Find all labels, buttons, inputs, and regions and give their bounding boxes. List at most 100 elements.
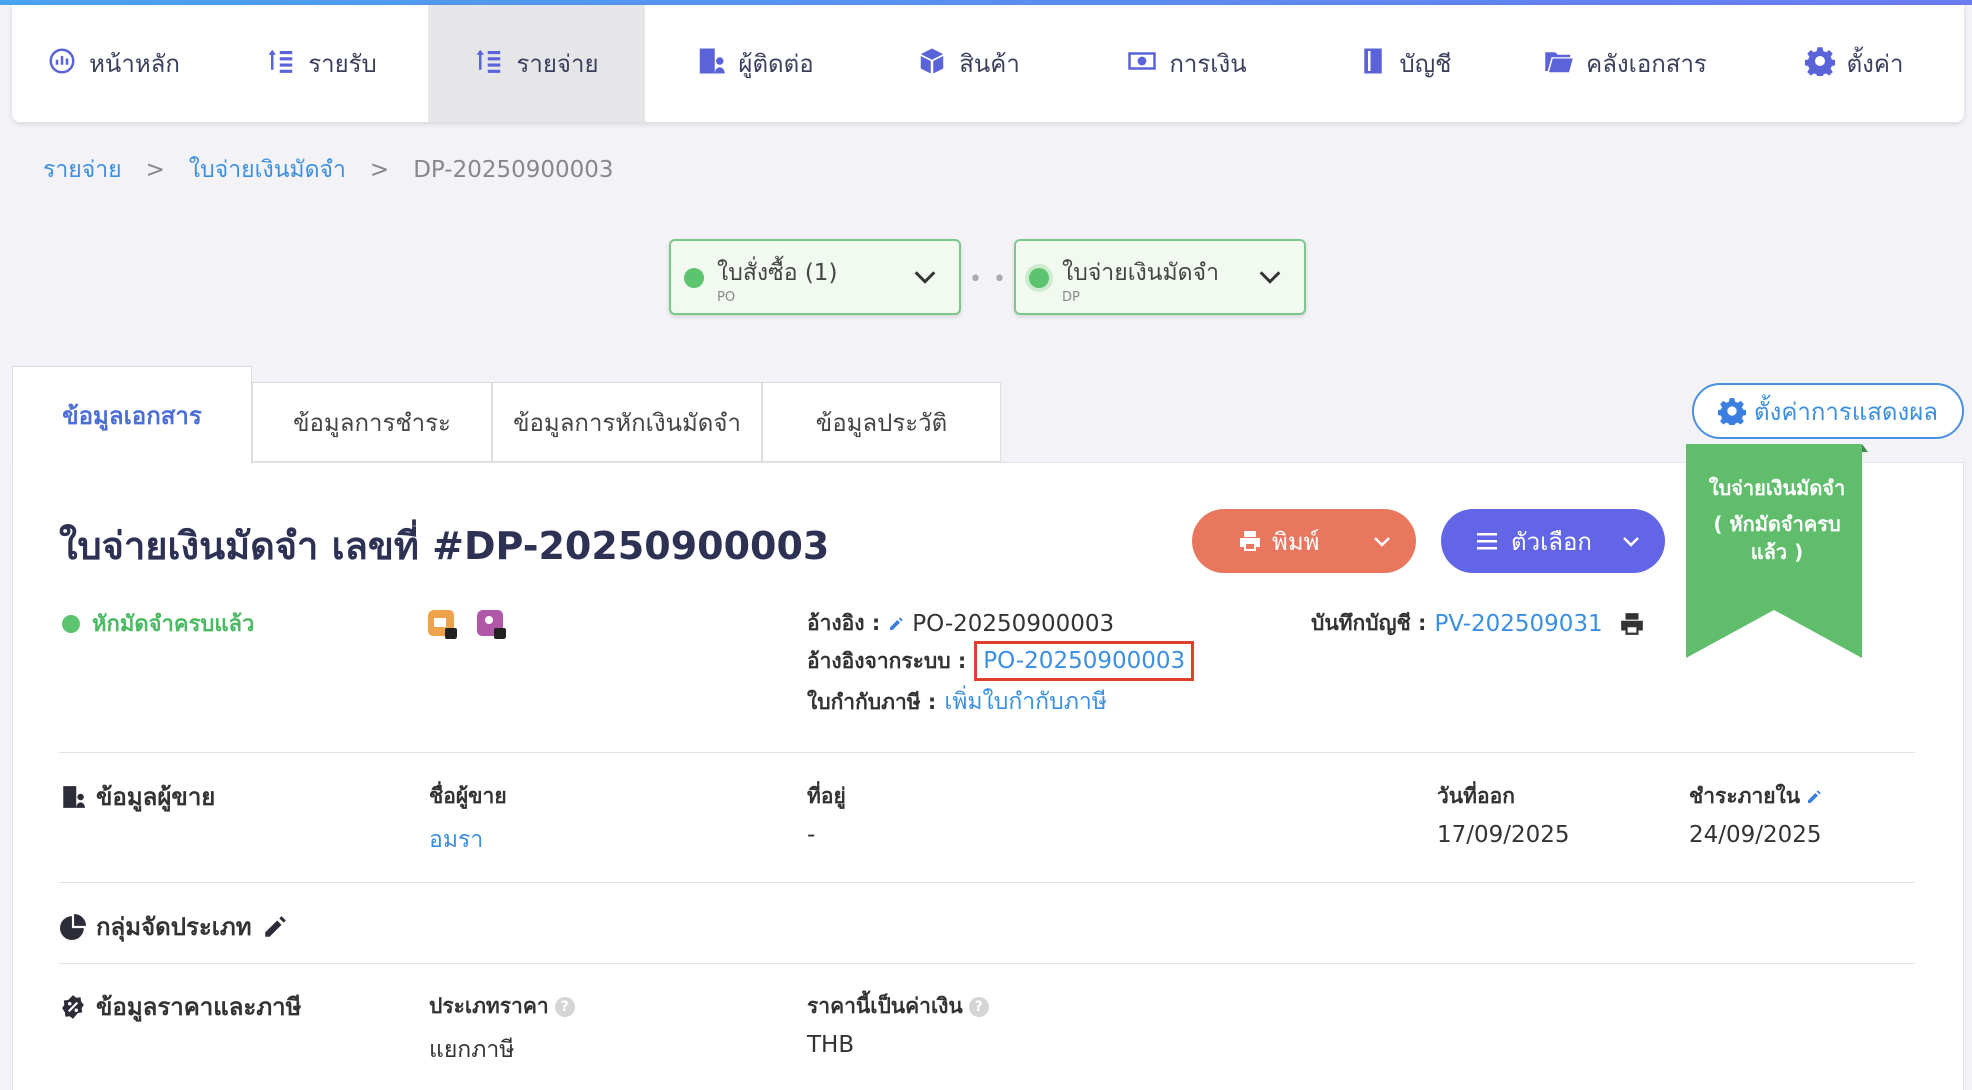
locked-contact-icon [477, 610, 506, 639]
ribbon-line: ใบจ่ายเงินมัดจำ [1708, 476, 1846, 500]
display-settings-label: ตั้งค่าการแสดงผล [1754, 397, 1938, 426]
price-type-label: ประเภทราคา ? [429, 990, 575, 1023]
vendor-building-icon [63, 785, 85, 808]
flow-deposit-payment[interactable]: ใบจ่ายเงินมัดจำ DP [1014, 239, 1306, 315]
folder-icon [1544, 46, 1574, 82]
printer-icon [1240, 531, 1260, 551]
dashboard-icon [47, 46, 77, 82]
section-title-text: ข้อมูลผู้ขาย [96, 783, 216, 811]
flow-subtitle: PO [717, 290, 736, 305]
tax-invoice-row: ใบกำกับภาษี : เพิ่มใบกำกับภาษี [807, 684, 1107, 720]
address-value: - [807, 822, 816, 848]
address-label: ที่อยู่ [807, 784, 846, 808]
nav-item-settings[interactable]: ตั้งค่า [1744, 5, 1964, 122]
nav-item-contacts[interactable]: ผู้ติดต่อ [645, 5, 865, 122]
status-text: หักมัดจำครบแล้ว [92, 612, 255, 637]
price-type-value: แยกภาษี [429, 1037, 515, 1063]
income-list-icon [266, 46, 296, 82]
chevron-down-icon[interactable] [1370, 529, 1394, 553]
percent-badge-icon [62, 994, 84, 1019]
ledger-book-icon [1358, 46, 1388, 82]
divider [59, 963, 1915, 964]
nav-item-income[interactable]: รายรับ [215, 5, 428, 122]
due-date-value: 24/09/2025 [1689, 822, 1822, 848]
vendor-name-link[interactable]: อมรา [429, 822, 483, 858]
money-icon [1127, 46, 1157, 82]
breadcrumb-expense[interactable]: รายจ่าย [43, 152, 122, 188]
ribbon-line: ( หักมัดจำครบ [1713, 512, 1841, 536]
flow-purchase-order[interactable]: ใบสั่งซื้อ (1) PO [669, 239, 961, 315]
print-button[interactable]: พิมพ์ [1192, 509, 1416, 573]
breadcrumb-deposit[interactable]: ใบจ่ายเงินมัดจำ [189, 152, 346, 188]
nav-label: สินค้า [959, 50, 1020, 78]
currency-value: THB [807, 1032, 855, 1058]
nav-item-expense[interactable]: รายจ่าย [428, 5, 645, 122]
tab-document-info[interactable]: ข้อมูลเอกสาร [12, 366, 252, 464]
add-tax-invoice-link[interactable]: เพิ่มใบกำกับภาษี [944, 684, 1107, 720]
tab-history[interactable]: ข้อมูลประวัติ [762, 382, 1001, 462]
gear-icon [1803, 46, 1836, 82]
category-section-title: กลุ่มจัดประเภท [60, 907, 288, 946]
chevron-down-icon [1259, 271, 1281, 284]
nav-item-products[interactable]: สินค้า [865, 5, 1072, 122]
vendor-section-title: ข้อมูลผู้ขาย [60, 777, 215, 816]
edit-pencil-icon[interactable] [1806, 789, 1822, 805]
nav-label: ผู้ติดต่อ [738, 50, 814, 78]
flow-title: ใบจ่ายเงินมัดจำ [1062, 260, 1220, 286]
breadcrumb: รายจ่าย > ใบจ่ายเงินมัดจำ > DP-202509000… [43, 152, 614, 188]
nav-item-accounting[interactable]: บัญชี [1302, 5, 1507, 122]
currency-label: ราคานี้เป็นค่าเงิน ? [807, 990, 989, 1023]
system-reference-row: อ้างอิงจากระบบ : PO-20250900003 [807, 641, 1195, 681]
currency-label-text: ราคานี้เป็นค่าเงิน [807, 994, 963, 1018]
pricing-section-title: ข้อมูลราคาและภาษี [60, 987, 301, 1026]
nav-item-documents[interactable]: คลังเอกสาร [1507, 5, 1744, 122]
price-type-label-text: ประเภทราคา [429, 994, 549, 1018]
chevron-down-icon [914, 271, 936, 284]
reference-row: อ้างอิง : PO-20250900003 [807, 607, 1114, 640]
journal-row: บันทึกบัญชี : PV-202509031 [1311, 607, 1645, 640]
printer-icon[interactable] [1619, 611, 1645, 637]
nav-label: การเงิน [1169, 50, 1247, 78]
issue-date-label: วันที่ออก [1437, 784, 1515, 808]
vendor-name-label: ชื่อผู้ขาย [429, 784, 507, 808]
section-title-text: กลุ่มจัดประเภท [96, 913, 252, 941]
gear-icon [1718, 398, 1747, 425]
tab-deposit-deduction[interactable]: ข้อมูลการหักเงินมัดจำ [492, 382, 762, 462]
reference-label: อ้างอิง : [807, 611, 881, 635]
pie-chart-icon [60, 913, 86, 940]
help-icon[interactable]: ? [554, 996, 575, 1017]
chevron-down-icon [1623, 537, 1639, 547]
nav-item-home[interactable]: หน้าหลัก [12, 5, 215, 122]
page-title: ใบจ่ายเงินมัดจำ เลขที่ #DP-20250900003 [59, 524, 830, 568]
divider [59, 752, 1915, 753]
status-dot [684, 268, 704, 288]
contacts-building-icon [696, 46, 726, 82]
help-icon[interactable]: ? [968, 996, 989, 1017]
options-button[interactable]: ตัวเลือก [1441, 509, 1665, 573]
status-badge: หักมัดจำครบแล้ว [62, 606, 254, 641]
ribbon-line: แล้ว ) [1750, 540, 1804, 564]
locked-document-icon [428, 610, 457, 639]
edit-pencil-icon[interactable] [262, 914, 288, 940]
display-settings-button[interactable]: ตั้งค่าการแสดงผล [1692, 383, 1964, 439]
journal-label: บันทึกบัญชี : [1311, 611, 1427, 635]
due-date-label-text: ชำระภายใน [1689, 784, 1801, 808]
system-reference-link[interactable]: PO-20250900003 [974, 641, 1195, 681]
breadcrumb-separator: > [369, 157, 390, 183]
status-dot [62, 614, 80, 633]
nav-item-finance[interactable]: การเงิน [1072, 5, 1302, 122]
nav-label: หน้าหลัก [89, 50, 180, 78]
divider [59, 882, 1915, 883]
edit-pencil-icon[interactable] [888, 616, 904, 632]
tax-invoice-label: ใบกำกับภาษี : [807, 689, 937, 714]
breadcrumb-current: DP-20250900003 [413, 157, 614, 183]
flow-title: ใบสั่งซื้อ (1) [717, 260, 838, 286]
tab-payment-info[interactable]: ข้อมูลการชำระ [252, 382, 492, 462]
expense-list-icon [474, 46, 504, 82]
nav-label: รายจ่าย [516, 50, 599, 78]
breadcrumb-separator: > [145, 157, 165, 183]
issue-date-value: 17/09/2025 [1437, 822, 1570, 848]
system-reference-label: อ้างอิงจากระบบ : [807, 648, 967, 673]
reference-value: PO-20250900003 [912, 610, 1115, 637]
journal-link[interactable]: PV-202509031 [1434, 611, 1602, 637]
